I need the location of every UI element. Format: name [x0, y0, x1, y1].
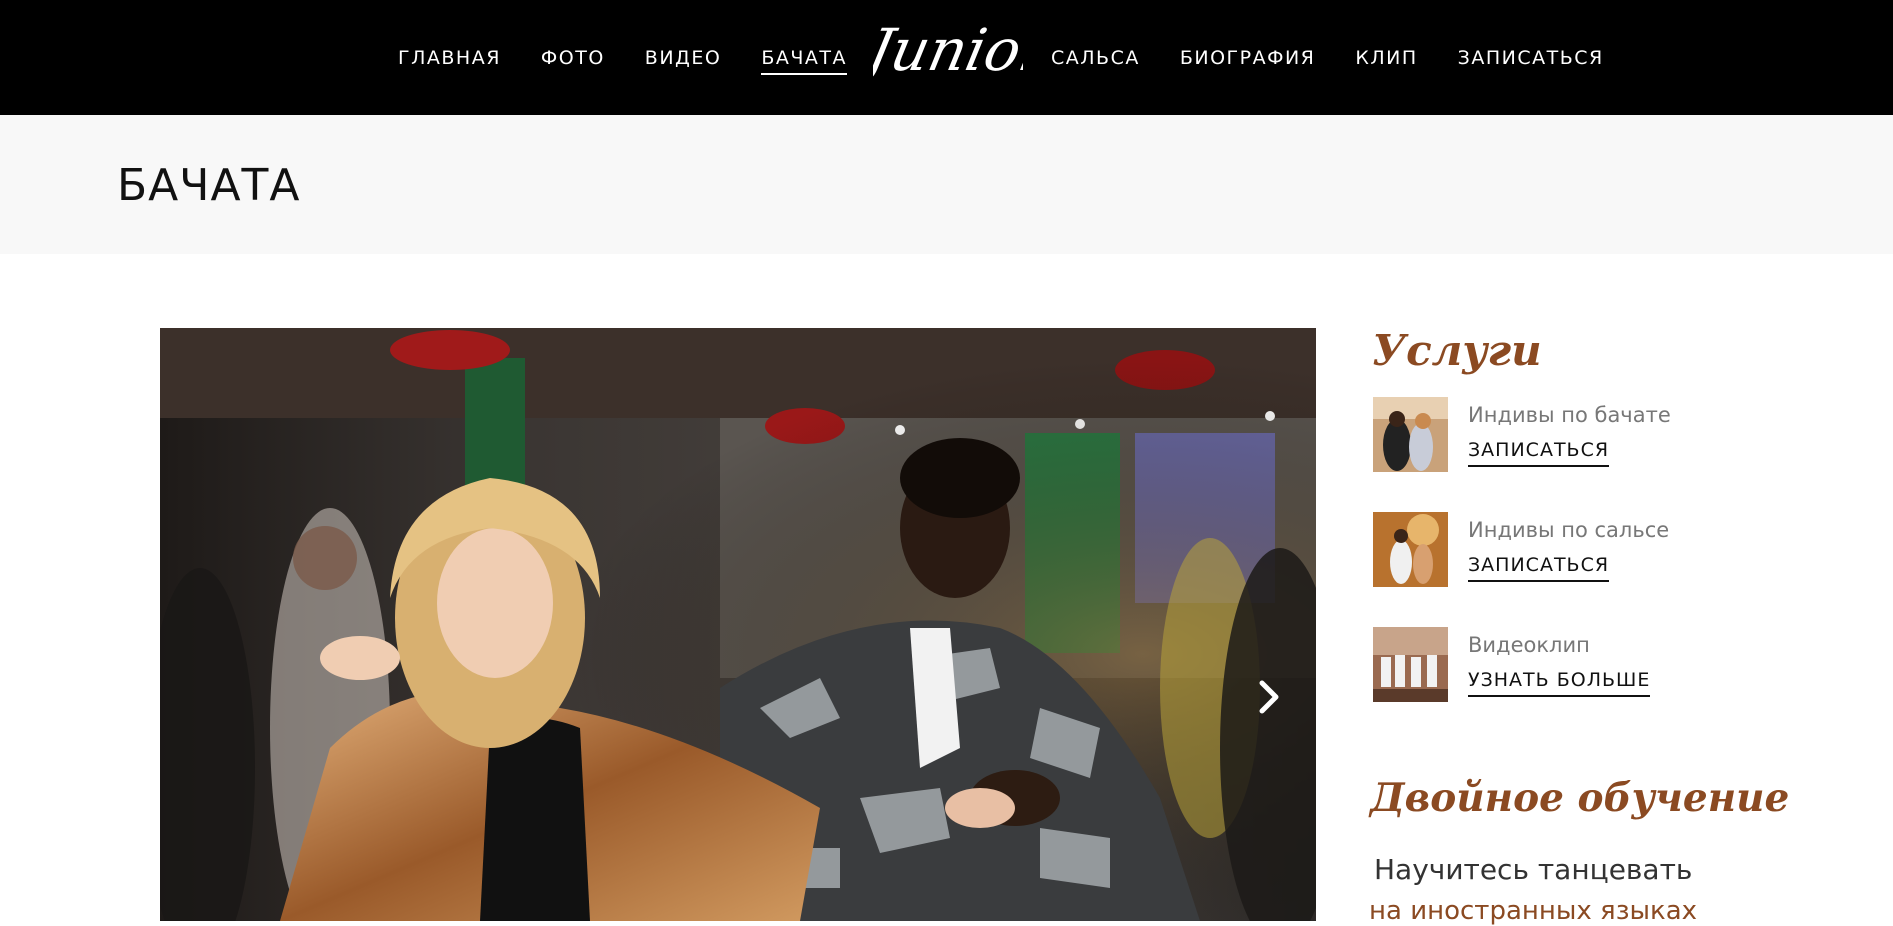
nav-left: ГЛАВНАЯ ФОТО ВИДЕО БАЧАТА	[398, 0, 847, 115]
service-thumbnail[interactable]	[1373, 397, 1448, 472]
hero-slider-image[interactable]	[160, 328, 1316, 921]
nav-item-biography[interactable]: БИОГРАФИЯ	[1180, 47, 1316, 69]
page-title: БАЧАТА	[117, 160, 301, 211]
logo-text: Junior	[873, 17, 1023, 84]
nav-item-signup[interactable]: ЗАПИСАТЬСЯ	[1458, 47, 1604, 69]
service-thumbnail[interactable]	[1373, 627, 1448, 702]
nav-item-clip[interactable]: КЛИП	[1355, 47, 1417, 69]
top-navigation-bar: ГЛАВНАЯ ФОТО ВИДЕО БАЧАТА Junior САЛЬСА …	[0, 0, 1893, 115]
service-thumbnail[interactable]	[1373, 512, 1448, 587]
service-label: Видеоклип	[1468, 633, 1590, 657]
service-label: Индивы по бачате	[1468, 403, 1671, 427]
service-item-bachata: Индивы по бачате ЗАПИСАТЬСЯ	[1373, 397, 1773, 473]
services-heading: Услуги	[1372, 326, 1542, 375]
double-learning-heading: Двойное обучение	[1370, 775, 1790, 821]
nav-item-home[interactable]: ГЛАВНАЯ	[398, 47, 501, 69]
nav-right: САЛЬСА БИОГРАФИЯ КЛИП ЗАПИСАТЬСЯ	[1051, 0, 1604, 115]
promo-text-line2: на иностранных языках	[1369, 896, 1698, 926]
service-signup-link[interactable]: ЗАПИСАТЬСЯ	[1468, 554, 1610, 582]
service-label: Индивы по сальсе	[1468, 518, 1670, 542]
nav-item-salsa[interactable]: САЛЬСА	[1051, 47, 1140, 69]
nav-item-photo[interactable]: ФОТО	[541, 47, 605, 69]
chevron-right-icon	[1259, 680, 1279, 714]
service-item-videoclip: Видеоклип УЗНАТЬ БОЛЬШЕ	[1373, 627, 1773, 703]
nav-item-video[interactable]: ВИДЕО	[645, 47, 722, 69]
slider-next-button[interactable]	[1252, 675, 1286, 719]
nav-item-bachata[interactable]: БАЧАТА	[761, 47, 847, 75]
service-item-salsa: Индивы по сальсе ЗАПИСАТЬСЯ	[1373, 512, 1773, 588]
service-learn-more-link[interactable]: УЗНАТЬ БОЛЬШЕ	[1468, 669, 1651, 697]
site-logo[interactable]: Junior	[852, 12, 1058, 92]
promo-text-line1: Научитесь танцевать	[1374, 853, 1693, 886]
service-signup-link[interactable]: ЗАПИСАТЬСЯ	[1468, 439, 1610, 467]
